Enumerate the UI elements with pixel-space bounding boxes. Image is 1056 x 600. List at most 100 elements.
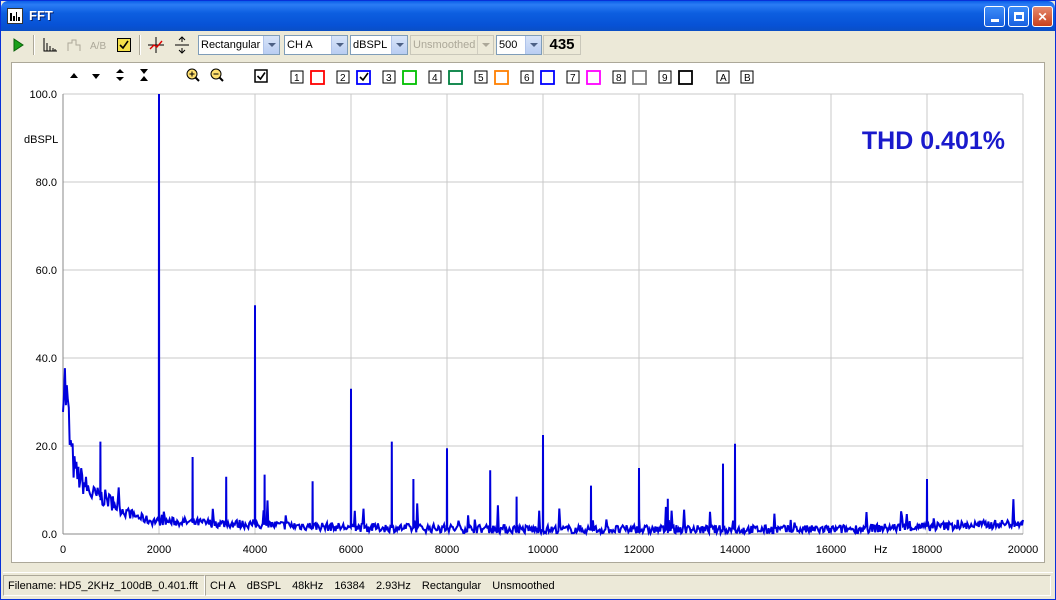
spectrum-view-button[interactable] [41, 36, 59, 54]
plot-panel[interactable]: 1 2 3 4 5 6 7 8 9 A B 0.0 20.0 40.0 60.0 80.0 100.0 0… [11, 62, 1045, 563]
spectrum-icon [43, 38, 57, 52]
scroll-down-button[interactable] [92, 74, 100, 79]
play-button[interactable] [9, 36, 27, 54]
minimize-icon [990, 19, 999, 22]
channel-select[interactable]: CH A [284, 35, 348, 55]
fft-window: FFT ✕ A/B Rectangular CH A dBSPL Unsmoot… [0, 0, 1056, 600]
toolbar-separator [139, 35, 141, 55]
trace-3-number: 3 [386, 73, 392, 84]
trace-8-checkbox[interactable] [632, 70, 647, 85]
trace-8-number: 8 [616, 73, 622, 84]
status-sample-rate: 48kHz [292, 580, 324, 592]
y-tick-label: 40.0 [36, 353, 57, 365]
cursor-b-button[interactable]: B [740, 70, 754, 84]
trace-8-selector[interactable]: 8 [612, 70, 647, 85]
autoscale-button[interactable] [173, 36, 191, 54]
trace-2-checkbox[interactable] [356, 70, 371, 85]
trace-7-selector[interactable]: 7 [566, 70, 601, 85]
trace-9-checkbox[interactable] [678, 70, 693, 85]
x-tick-label: 8000 [435, 544, 459, 556]
zoom-out-icon [210, 68, 224, 82]
trace-7-number: 7 [570, 73, 576, 84]
maximize-icon [1013, 12, 1024, 21]
trace-5-number: 5 [478, 73, 484, 84]
trace-1-selector[interactable]: 1 [290, 70, 325, 85]
trace-1-number: 1 [294, 73, 300, 84]
unit-value: dBSPL [353, 39, 388, 51]
toolbar: A/B Rectangular CH A dBSPL Unsmoothed 50… [3, 32, 1053, 58]
chevron-down-icon[interactable] [263, 36, 279, 54]
ab-compare-button[interactable]: A/B [89, 36, 107, 54]
y-tick-label: 80.0 [36, 177, 57, 189]
x-axis-ticks: 0 2000 4000 6000 8000 10000 12000 14000 16000 180… [60, 544, 1038, 556]
cursor-b-label: B [744, 73, 751, 84]
chevron-down-icon[interactable] [477, 36, 493, 54]
checklist-button[interactable] [115, 36, 133, 54]
maximize-button[interactable] [1008, 6, 1029, 27]
cursor-a-button[interactable]: A [716, 70, 730, 84]
filename-text: Filename: HD5_2KHz_100dB_0.401.fft [8, 580, 198, 592]
trace-3-checkbox[interactable] [402, 70, 417, 85]
expand-range-button[interactable] [116, 69, 124, 81]
status-fft-size: 16384 [334, 580, 365, 592]
zoom-out-button[interactable] [210, 68, 224, 82]
cursor-button[interactable] [147, 36, 165, 54]
title-bar[interactable]: FFT ✕ [1, 1, 1055, 31]
trace-1-checkbox[interactable] [310, 70, 325, 85]
window-title: FFT [29, 8, 53, 23]
trace-5-selector[interactable]: 5 [474, 70, 509, 85]
trace-2-selector[interactable]: 2 [336, 70, 371, 85]
x-tick-label: 0 [60, 544, 66, 556]
minimize-button[interactable] [984, 6, 1005, 27]
thd-annotation: THD 0.401% [862, 127, 1005, 155]
chevron-down-icon[interactable] [391, 36, 407, 54]
zoom-in-button[interactable] [186, 68, 200, 82]
smoothing-select[interactable]: Unsmoothed [410, 35, 494, 55]
trace-7-checkbox[interactable] [586, 70, 601, 85]
crosshair-icon [148, 37, 164, 53]
status-filename: Filename: HD5_2KHz_100dB_0.401.fft [3, 575, 205, 596]
peak-hold-icon [67, 39, 81, 51]
status-bar: Filename: HD5_2KHz_100dB_0.401.fft CH A … [3, 572, 1053, 597]
status-channel: CH A [210, 580, 236, 592]
x-tick-label: 20000 [1008, 544, 1039, 556]
cursor-a-label: A [720, 73, 727, 84]
compress-range-button[interactable] [140, 69, 148, 81]
x-tick-label: 12000 [624, 544, 655, 556]
x-tick-label: 18000 [912, 544, 943, 556]
trace-4-checkbox[interactable] [448, 70, 463, 85]
main-trace-checkbox[interactable] [254, 69, 268, 83]
expand-icon [116, 69, 124, 81]
x-tick-label: 16000 [816, 544, 847, 556]
trace-6-selector[interactable]: 6 [520, 70, 555, 85]
trace-4-selector[interactable]: 4 [428, 70, 463, 85]
fft-plot[interactable]: 1 2 3 4 5 6 7 8 9 A B 0.0 20.0 40.0 60.0 80.0 100.0 0… [12, 63, 1044, 562]
autoscale-icon [175, 36, 189, 54]
status-window: Rectangular [421, 580, 482, 592]
zoom-in-icon [186, 68, 200, 82]
x-axis-label: Hz [874, 544, 887, 556]
scroll-up-button[interactable] [70, 73, 78, 78]
y-tick-label: 60.0 [36, 265, 57, 277]
toolbar-separator [33, 35, 35, 55]
plot-toolbar: 1 2 3 4 5 6 7 8 9 A B [70, 68, 754, 85]
trace-overlay-selectors: 1 2 3 4 5 6 7 8 9 [290, 70, 693, 85]
peak-hold-button[interactable] [65, 36, 83, 54]
y-axis-label: dBSPL [24, 134, 58, 146]
y-axis-ticks: 0.0 20.0 40.0 60.0 80.0 100.0 [29, 89, 57, 541]
trace-3-selector[interactable]: 3 [382, 70, 417, 85]
compress-icon [140, 69, 148, 81]
trace-6-checkbox[interactable] [540, 70, 555, 85]
y-tick-label: 100.0 [29, 89, 57, 101]
x-tick-label: 14000 [720, 544, 751, 556]
unit-select[interactable]: dBSPL [350, 35, 408, 55]
chevron-down-icon[interactable] [525, 36, 541, 54]
status-resolution: 2.93Hz [375, 580, 411, 592]
close-button[interactable]: ✕ [1032, 6, 1053, 27]
x-tick-label: 2000 [147, 544, 171, 556]
window-function-select[interactable]: Rectangular [198, 35, 280, 55]
chevron-down-icon[interactable] [331, 36, 347, 54]
trace-9-selector[interactable]: 9 [658, 70, 693, 85]
trace-5-checkbox[interactable] [494, 70, 509, 85]
points-select[interactable]: 500 [496, 35, 542, 55]
